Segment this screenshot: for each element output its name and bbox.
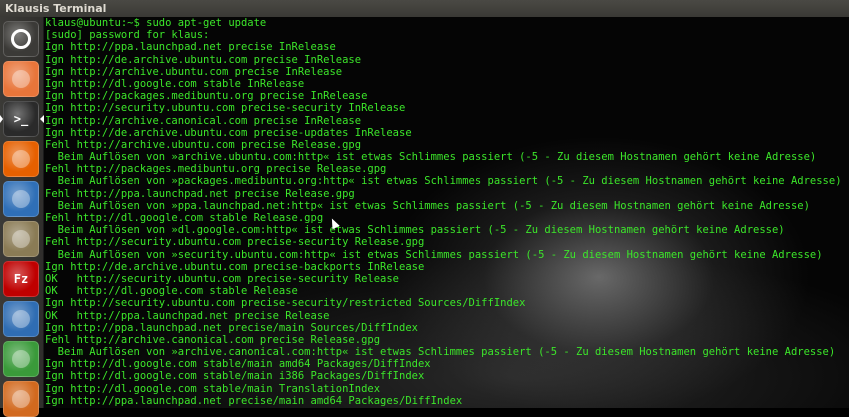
terminal-line: Ign http://ppa.launchpad.net precise/mai… xyxy=(45,394,463,407)
filezilla-icon: Fz xyxy=(13,272,29,286)
terminal-line: Beim Auflösen von »packages.medibuntu.or… xyxy=(45,175,842,188)
terminal-line: Beim Auflösen von »ppa.launchpad.net:htt… xyxy=(45,199,810,212)
running-app-indicator xyxy=(0,115,3,123)
terminal-line: Beim Auflösen von »dl.google.com:http« i… xyxy=(45,224,785,237)
launcher-item-files-folder[interactable] xyxy=(3,61,39,97)
terminal-line: klaus@ubuntu:~$ sudo apt-get update xyxy=(45,17,267,29)
terminal-line: Ign http://security.ubuntu.com precise-s… xyxy=(45,102,406,115)
libreoffice-calc-icon xyxy=(12,350,30,368)
terminal-line: Ign http://dl.google.com stable/main i38… xyxy=(45,370,425,383)
window-title: Klausis Terminal xyxy=(5,2,107,15)
terminal-line: Fehl http://security.ubuntu.com precise-… xyxy=(45,236,425,249)
gimp-icon xyxy=(12,230,30,248)
ubuntu-dash-icon xyxy=(11,29,31,49)
terminal-line: Beim Auflösen von »archive.ubuntu.com:ht… xyxy=(45,151,817,164)
terminal-line: Ign http://ppa.launchpad.net precise/mai… xyxy=(45,321,418,334)
files-folder-icon xyxy=(12,70,30,88)
launcher-item-libreoffice-writer[interactable] xyxy=(3,301,39,337)
terminal-line: Ign http://archive.canonical.com precise… xyxy=(45,114,362,127)
terminal-line: Ign http://dl.google.com stable/main Tra… xyxy=(45,382,381,395)
window-title-bar: Klausis Terminal xyxy=(0,0,849,17)
terminal-output: klaus@ubuntu:~$ sudo apt-get update [sudo… xyxy=(45,17,842,407)
terminal-view[interactable]: klaus@ubuntu:~$ sudo apt-get update [sudo… xyxy=(44,17,849,408)
terminal-line: Fehl http://ppa.launchpad.net precise Re… xyxy=(45,187,355,200)
thunderbird-icon xyxy=(12,190,30,208)
terminal-line: Ign http://de.archive.ubuntu.com precise… xyxy=(45,126,412,139)
firefox-icon xyxy=(12,150,30,168)
terminal-line: Fehl http://archive.ubuntu.com precise R… xyxy=(45,138,362,151)
terminal-line: Ign http://ppa.launchpad.net precise InR… xyxy=(45,41,336,54)
terminal-line: Ign http://packages.medibuntu.org precis… xyxy=(45,90,368,103)
terminal-line: Ign http://archive.ubuntu.com precise In… xyxy=(45,65,343,78)
launcher-sidebar: >_ Fz xyxy=(0,17,44,417)
terminal-line: Beim Auflösen von »security.ubuntu.com:h… xyxy=(45,248,823,261)
terminal-line: Fehl http://dl.google.com stable Release… xyxy=(45,212,324,224)
terminal-line: Ign http://dl.google.com stable/main amd… xyxy=(45,358,431,371)
launcher-item-gimp[interactable] xyxy=(3,221,39,257)
terminal-line: Ign http://de.archive.ubuntu.com precise… xyxy=(45,260,425,273)
terminal-line: OK http://security.ubuntu.com precise-se… xyxy=(45,272,400,285)
terminal-line: Ign http://security.ubuntu.com precise-s… xyxy=(45,297,526,310)
terminal-line: OK http://ppa.launchpad.net precise Rele… xyxy=(45,309,330,322)
launcher-item-filezilla[interactable]: Fz xyxy=(3,261,39,297)
libreoffice-impress-icon xyxy=(12,390,30,408)
launcher-item-terminal[interactable]: >_ xyxy=(3,101,39,137)
libreoffice-writer-icon xyxy=(12,310,30,328)
launcher-item-libreoffice-calc[interactable] xyxy=(3,341,39,377)
terminal-line: Beim Auflösen von »archive.canonical.com… xyxy=(45,346,836,359)
terminal-line: Fehl http://archive.canonical.com precis… xyxy=(45,333,381,346)
launcher-item-firefox[interactable] xyxy=(3,141,39,177)
terminal-line: Fehl http://packages.medibuntu.org preci… xyxy=(45,163,387,176)
terminal-icon: >_ xyxy=(13,112,29,126)
terminal-line: Ign http://dl.google.com stable InReleas… xyxy=(45,77,305,90)
terminal-line: Ign http://de.archive.ubuntu.com precise… xyxy=(45,53,362,66)
launcher-item-libreoffice-impress[interactable] xyxy=(3,381,39,417)
launcher-item-ubuntu-dash[interactable] xyxy=(3,21,39,57)
terminal-line: [sudo] password for klaus: xyxy=(45,29,210,42)
terminal-line: OK http://dl.google.com stable Release xyxy=(45,285,298,298)
launcher-item-thunderbird[interactable] xyxy=(3,181,39,217)
